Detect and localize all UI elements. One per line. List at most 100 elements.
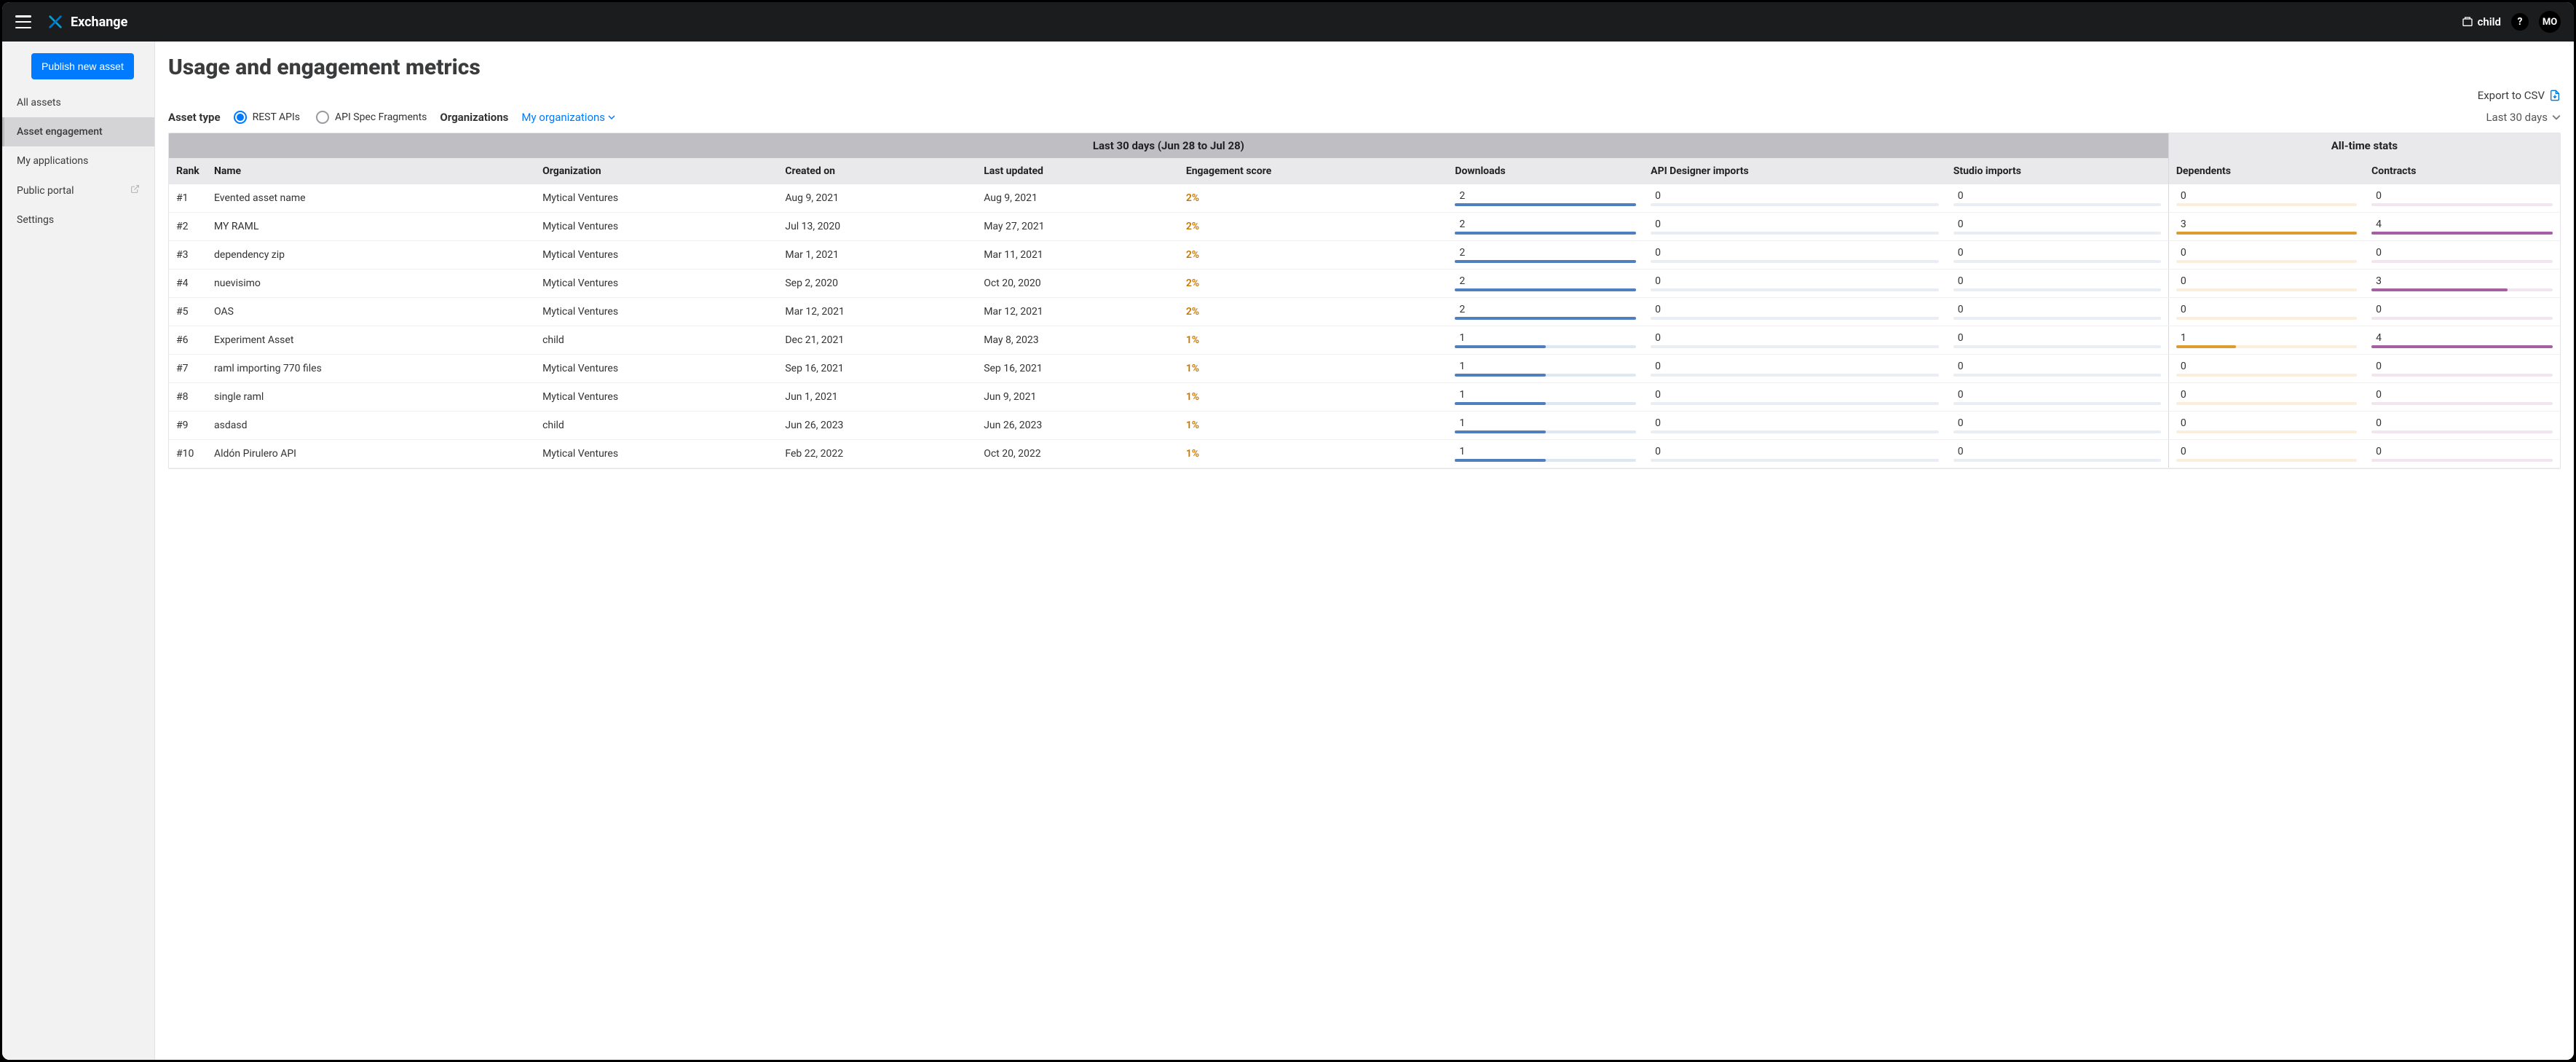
cell-updated: Mar 12, 2021 [976, 298, 1179, 326]
cell-name: Evented asset name [207, 184, 535, 213]
avatar[interactable]: MO [2539, 11, 2561, 33]
sidebar-item-label: My applications [17, 155, 88, 167]
cell-org: Mytical Ventures [535, 241, 778, 270]
bar-designer-cell: 0 [1643, 213, 1946, 241]
asset-type-radio-rest-apis[interactable]: REST APIs [234, 111, 300, 124]
cell-updated: Oct 20, 2020 [976, 270, 1179, 298]
bar-studio-cell: 0 [1946, 213, 2169, 241]
asset-type-radio-api-spec-fragments[interactable]: API Spec Fragments [316, 111, 427, 124]
bar-designer-cell: 0 [1643, 184, 1946, 213]
cell-name: single raml [207, 383, 535, 412]
cell-updated: Mar 11, 2021 [976, 241, 1179, 270]
brand-x-icon [47, 14, 63, 30]
brand-title: Exchange [71, 15, 127, 30]
cell-org: Mytical Ventures [535, 213, 778, 241]
page-title: Usage and engagement metrics [168, 55, 2561, 80]
sidebar-item-label: Public portal [17, 185, 74, 197]
publish-button[interactable]: Publish new asset [31, 53, 134, 79]
cell-created: Jun 26, 2023 [778, 412, 976, 440]
cell-name: nuevisimo [207, 270, 535, 298]
table-row[interactable]: #2MY RAMLMytical VenturesJul 13, 2020May… [169, 213, 2560, 241]
sidebar-item-my-applications[interactable]: My applications [2, 146, 154, 176]
bar-dependents-cell: 0 [2168, 440, 2364, 468]
cell-rank: #5 [169, 298, 207, 326]
bar-downloads-cell: 2 [1447, 213, 1643, 241]
help-button[interactable]: ? [2511, 13, 2529, 31]
cell-created: Aug 9, 2021 [778, 184, 976, 213]
chevron-down-icon [608, 114, 615, 121]
cell-org: Mytical Ventures [535, 184, 778, 213]
table-row[interactable]: #10Aldón Pirulero APIMytical VenturesFeb… [169, 440, 2560, 468]
cell-org: child [535, 326, 778, 355]
cell-org: Mytical Ventures [535, 270, 778, 298]
bar-downloads-cell: 2 [1447, 184, 1643, 213]
col-dependents[interactable]: Dependents [2168, 158, 2364, 184]
cell-score: 2% [1179, 241, 1448, 270]
table-row[interactable]: #5OASMytical VenturesMar 12, 2021Mar 12,… [169, 298, 2560, 326]
table-row[interactable]: #9asdasdchildJun 26, 2023Jun 26, 20231%1… [169, 412, 2560, 440]
table-row[interactable]: #8single ramlMytical VenturesJun 1, 2021… [169, 383, 2560, 412]
cell-rank: #8 [169, 383, 207, 412]
bar-downloads-cell: 1 [1447, 412, 1643, 440]
cell-created: Sep 16, 2021 [778, 355, 976, 383]
chevron-down-icon [2552, 113, 2561, 122]
col-organization[interactable]: Organization [535, 158, 778, 184]
table-row[interactable]: #6Experiment AssetchildDec 21, 2021May 8… [169, 326, 2560, 355]
col-contracts[interactable]: Contracts [2364, 158, 2560, 184]
col-updated[interactable]: Last updated [976, 158, 1179, 184]
col-downloads[interactable]: Downloads [1447, 158, 1643, 184]
timerange-label: Last 30 days [2486, 111, 2548, 124]
brand[interactable]: Exchange [47, 14, 127, 30]
bar-contracts-cell: 0 [2364, 355, 2560, 383]
cell-updated: May 8, 2023 [976, 326, 1179, 355]
menu-icon[interactable] [15, 15, 31, 28]
metrics-table: Last 30 days (Jun 28 to Jul 28) All-time… [168, 133, 2561, 469]
timerange-dropdown[interactable]: Last 30 days [2486, 111, 2561, 124]
table-row[interactable]: #7raml importing 770 filesMytical Ventur… [169, 355, 2560, 383]
cell-updated: Oct 20, 2022 [976, 440, 1179, 468]
sidebar: Publish new asset All assets Asset engage… [2, 42, 155, 1060]
col-rank[interactable]: Rank [169, 158, 207, 184]
table-row[interactable]: #1Evented asset nameMytical VenturesAug … [169, 184, 2560, 213]
cell-rank: #4 [169, 270, 207, 298]
bar-dependents-cell: 0 [2168, 412, 2364, 440]
sidebar-item-asset-engagement[interactable]: Asset engagement [2, 117, 154, 146]
org-dropdown[interactable]: My organizations [521, 111, 615, 124]
col-created[interactable]: Created on [778, 158, 976, 184]
org-switcher[interactable]: child [2462, 15, 2501, 28]
bar-designer-cell: 0 [1643, 270, 1946, 298]
col-score[interactable]: Engagement score [1179, 158, 1448, 184]
sidebar-item-public-portal[interactable]: Public portal [2, 176, 154, 205]
table-row[interactable]: #3dependency zipMytical VenturesMar 1, 2… [169, 241, 2560, 270]
cell-created: Feb 22, 2022 [778, 440, 976, 468]
cell-updated: Jun 26, 2023 [976, 412, 1179, 440]
sidebar-item-all-assets[interactable]: All assets [2, 88, 154, 117]
cell-updated: May 27, 2021 [976, 213, 1179, 241]
cell-created: Jun 1, 2021 [778, 383, 976, 412]
bar-dependents-cell: 3 [2168, 213, 2364, 241]
bar-contracts-cell: 0 [2364, 298, 2560, 326]
cell-score: 1% [1179, 412, 1448, 440]
col-designer[interactable]: API Designer imports [1643, 158, 1946, 184]
radio-label: API Spec Fragments [335, 111, 427, 123]
cell-score: 2% [1179, 270, 1448, 298]
cell-org: Mytical Ventures [535, 440, 778, 468]
bar-studio-cell: 0 [1946, 241, 2169, 270]
col-studio[interactable]: Studio imports [1946, 158, 2169, 184]
cell-score: 1% [1179, 383, 1448, 412]
col-name[interactable]: Name [207, 158, 535, 184]
cell-rank: #3 [169, 241, 207, 270]
cell-name: dependency zip [207, 241, 535, 270]
table-row[interactable]: #4nuevisimoMytical VenturesSep 2, 2020Oc… [169, 270, 2560, 298]
sidebar-item-label: Asset engagement [17, 126, 103, 138]
cell-rank: #1 [169, 184, 207, 213]
export-csv-link[interactable]: Export to CSV [2478, 89, 2561, 102]
bar-designer-cell: 0 [1643, 355, 1946, 383]
sidebar-item-settings[interactable]: Settings [2, 205, 154, 235]
group-header-period: Last 30 days (Jun 28 to Jul 28) [169, 133, 2168, 158]
bar-contracts-cell: 0 [2364, 184, 2560, 213]
cell-rank: #6 [169, 326, 207, 355]
cell-rank: #9 [169, 412, 207, 440]
bar-dependents-cell: 0 [2168, 298, 2364, 326]
cell-updated: Sep 16, 2021 [976, 355, 1179, 383]
